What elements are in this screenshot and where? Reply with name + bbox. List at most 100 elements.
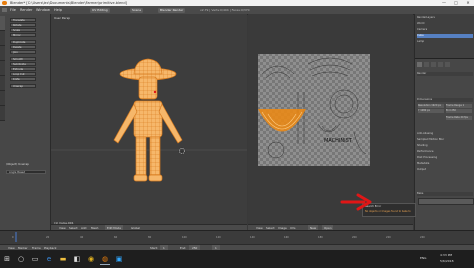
tool-shelf: Translate Rotate Scale Mirror Duplicate …: [0, 14, 51, 230]
timeline-tick: 180: [318, 236, 323, 239]
timeline-tick: 0: [12, 236, 14, 239]
outliner-item[interactable]: Camera: [417, 28, 473, 32]
3d-cursor-icon: [178, 147, 186, 155]
menu-help[interactable]: Help: [54, 6, 62, 14]
panel-shading[interactable]: Shading: [417, 144, 473, 148]
tab-create[interactable]: [0, 31, 5, 46]
panel-bake[interactable]: Bake: [417, 192, 473, 196]
edge-icon[interactable]: e: [44, 254, 54, 264]
timeline-tick-labels: 0 20 40 60 80 100 120 140 160 180 200 22…: [12, 236, 452, 240]
outliner-item[interactable]: World: [417, 22, 473, 26]
3d-viewport[interactable]: User Persp (1) Cube.001 View Select Add …: [51, 14, 247, 231]
blender-icon[interactable]: ◍: [100, 254, 110, 265]
scene-selector[interactable]: Scene: [130, 7, 144, 13]
resolution-y-field[interactable]: Y 1080 px: [418, 109, 444, 113]
timeline-tick: 120: [216, 236, 221, 239]
tool-loop-cut-button[interactable]: Loop Cut: [10, 72, 36, 76]
panel-output[interactable]: Output: [417, 168, 473, 172]
resolution-x-label: Resolution: [418, 104, 431, 107]
tool-subdivide-button[interactable]: Subdivide: [10, 62, 36, 66]
tool-join-button[interactable]: Join: [10, 50, 36, 54]
tool-knife-button[interactable]: Knife: [10, 77, 36, 81]
tool-smooth-button[interactable]: Smooth: [10, 57, 36, 61]
panel-anti-aliasing[interactable]: Anti-Aliasing: [417, 132, 473, 136]
resolution-x-field[interactable]: Resolution 1920 px: [418, 104, 444, 108]
tab-tools[interactable]: [0, 16, 5, 31]
menu-file[interactable]: File: [10, 6, 16, 14]
tool-rotate-button[interactable]: Rotate: [10, 23, 36, 27]
material-tab-icon[interactable]: [445, 62, 450, 67]
editor-type-icon[interactable]: [2, 8, 7, 12]
viewport-canvas: [51, 58, 247, 182]
photoshop-icon[interactable]: ▣: [114, 254, 124, 264]
properties-editor: RenderLayers World Camera Cube Lamp Rend…: [414, 14, 474, 230]
frame-start-field[interactable]: Frame Range 1: [446, 104, 472, 108]
timeline-tick: 200: [352, 236, 357, 239]
language-indicator[interactable]: ENG: [420, 256, 426, 260]
panel-render[interactable]: Render: [417, 72, 473, 76]
panel-performance[interactable]: Performance: [417, 150, 473, 154]
tab-shading[interactable]: [0, 76, 5, 91]
blender-logo-icon: [2, 1, 7, 5]
timeline-editor[interactable]: 0 20 40 60 80 100 120 140 160 180 200 22…: [0, 230, 474, 251]
tool-translate-button[interactable]: Translate: [10, 18, 36, 22]
timeline-tick: 40: [80, 236, 84, 239]
scene-stats: v2.79 | Verts:0/404 | Faces:0/370: [200, 8, 250, 12]
windows-start-icon[interactable]: ⊞: [2, 254, 12, 264]
panel-metadata[interactable]: Metadata: [417, 162, 473, 166]
properties-context-tabs: [417, 62, 473, 67]
frame-rate-label: Frame Rate: [446, 116, 460, 119]
tool-unwrap-button[interactable]: Unwrap: [10, 84, 36, 88]
character-mesh[interactable]: [113, 58, 183, 182]
object-tab-icon[interactable]: [438, 62, 443, 67]
outliner: RenderLayers World Camera Cube Lamp: [415, 14, 474, 59]
frame-start-label: Frame Range: [446, 104, 462, 107]
tab-grease-pencil[interactable]: [0, 106, 5, 121]
frame-rate-value: 24 fps: [460, 116, 468, 119]
tool-extrude-button[interactable]: Extrude: [10, 67, 36, 71]
tool-delete-button[interactable]: Delete: [10, 45, 36, 49]
uv-canvas: MACHINIST: [258, 54, 370, 166]
red-arrow-icon: [340, 193, 372, 211]
uv-texture-label: MACHINIST: [324, 138, 353, 144]
frame-rate-field[interactable]: Frame Rate 24 fps: [446, 116, 472, 120]
tool-duplicate-button[interactable]: Duplicate: [10, 40, 36, 44]
uv-image-editor[interactable]: MACHINIST View Select Image UVs New Open: [248, 14, 413, 231]
bake-button[interactable]: [418, 198, 474, 205]
windows-taskbar: ⊞ ○ ▭ e ▬ ◧ ◉ ◍ ▣ ENG 4:33 PM 5/6/2018: [0, 250, 474, 268]
tab-display[interactable]: [0, 61, 5, 76]
render-tab-icon[interactable]: [417, 62, 422, 67]
store-icon[interactable]: ◧: [72, 254, 82, 264]
search-icon[interactable]: ○: [16, 254, 26, 264]
outliner-item[interactable]: Lamp: [417, 40, 473, 44]
tool-scale-button[interactable]: Scale: [10, 28, 36, 32]
operator-method-select[interactable]: Angle Based: [6, 170, 46, 174]
panel-post-processing[interactable]: Post Processing: [417, 156, 473, 160]
chrome-icon[interactable]: ◉: [86, 254, 96, 264]
world-tab-icon[interactable]: [431, 62, 436, 67]
timeline-tick: 220: [386, 236, 391, 239]
timeline-tick: 140: [250, 236, 255, 239]
task-view-icon[interactable]: ▭: [30, 254, 40, 264]
tab-options[interactable]: [0, 91, 5, 106]
panel-dimensions[interactable]: Dimensions: [417, 98, 473, 102]
tool-mirror-button[interactable]: Mirror: [10, 33, 36, 37]
menu-render[interactable]: Render: [20, 6, 32, 14]
outliner-item[interactable]: RenderLayers: [417, 16, 473, 20]
resolution-x-value: 1920 px: [431, 104, 442, 107]
render-engine-selector[interactable]: Blender Render: [158, 7, 186, 13]
frame-end-label: End: [446, 109, 451, 112]
frame-end-field[interactable]: End 250: [446, 109, 472, 113]
frame-end-value: 250: [451, 109, 456, 112]
scene-tab-icon[interactable]: [424, 62, 429, 67]
outliner-item[interactable]: Cube: [417, 34, 473, 38]
taskbar-date[interactable]: 5/6/2018: [440, 259, 453, 263]
frame-start-value: 1: [462, 104, 465, 107]
layout-selector[interactable]: UV Editing: [90, 7, 110, 13]
menu-window[interactable]: Window: [36, 6, 50, 14]
file-explorer-icon[interactable]: ▬: [58, 254, 68, 264]
panel-motion-blur[interactable]: Sampled Motion Blur: [417, 138, 473, 142]
tab-relations[interactable]: [0, 46, 5, 61]
taskbar-clock[interactable]: 4:33 PM: [440, 253, 452, 257]
timeline-tick: 20: [46, 236, 50, 239]
